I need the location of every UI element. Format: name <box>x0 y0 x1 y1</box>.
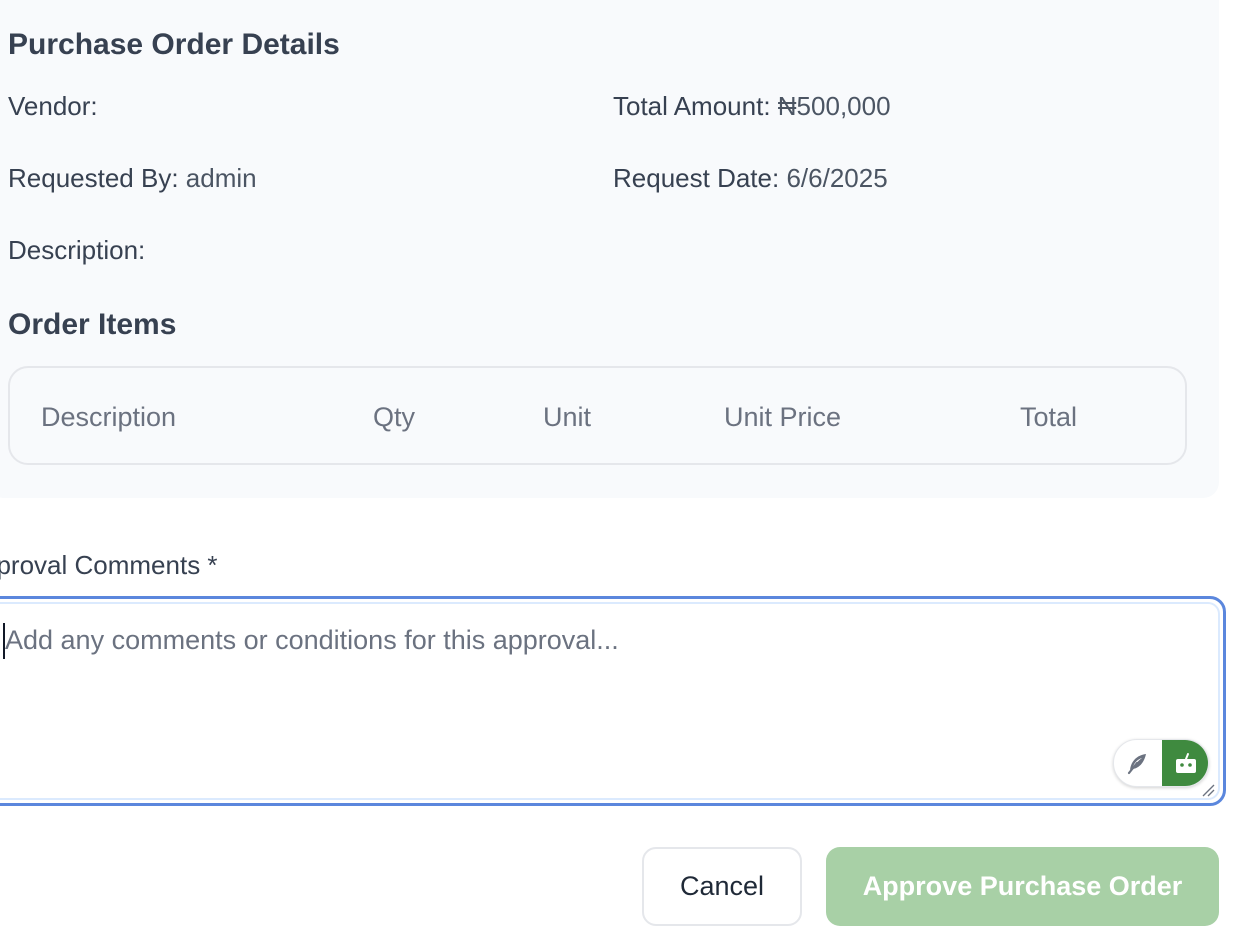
vendor-label: Vendor: <box>8 91 98 121</box>
approve-purchase-order-button[interactable]: Approve Purchase Order <box>826 847 1219 926</box>
total-amount-value: ₦500,000 <box>777 91 891 121</box>
request-date-row: Request Date: 6/6/2025 <box>613 163 888 194</box>
requested-by-row: Requested By: admin <box>8 163 257 194</box>
approval-comments-textarea[interactable]: Add any comments or conditions for this … <box>0 596 1226 806</box>
request-date-label: Request Date: <box>613 163 780 193</box>
column-header-total: Total <box>1020 402 1078 432</box>
resize-grip-icon[interactable] <box>1201 783 1215 797</box>
total-amount-row: Total Amount: ₦500,000 <box>613 91 891 122</box>
requested-by-value: admin <box>185 163 257 193</box>
request-date-value: 6/6/2025 <box>786 163 888 193</box>
writing-assistant-toolbar <box>1113 739 1209 787</box>
column-header-qty: Qty <box>373 402 416 432</box>
column-header-description: Description <box>41 402 177 432</box>
column-header-unit-price: Unit Price <box>724 402 842 432</box>
description-label: Description: <box>8 235 146 265</box>
purchase-order-details-title: Purchase Order Details <box>8 28 340 61</box>
feather-icon[interactable] <box>1114 740 1162 786</box>
cancel-button[interactable]: Cancel <box>642 847 802 926</box>
approval-comments-label: pproval Comments * <box>0 550 218 580</box>
column-header-unit: Unit <box>543 402 592 432</box>
approval-comments-placeholder: Add any comments or conditions for this … <box>5 625 619 655</box>
order-items-title: Order Items <box>8 308 177 341</box>
vendor-row: Vendor: <box>8 91 98 122</box>
robot-icon[interactable] <box>1162 740 1208 786</box>
requested-by-label: Requested By: <box>8 163 179 193</box>
description-row: Description: <box>8 235 145 266</box>
total-amount-label: Total Amount: <box>613 91 771 121</box>
order-items-table: Description Qty Unit Unit Price Total <box>8 366 1187 465</box>
